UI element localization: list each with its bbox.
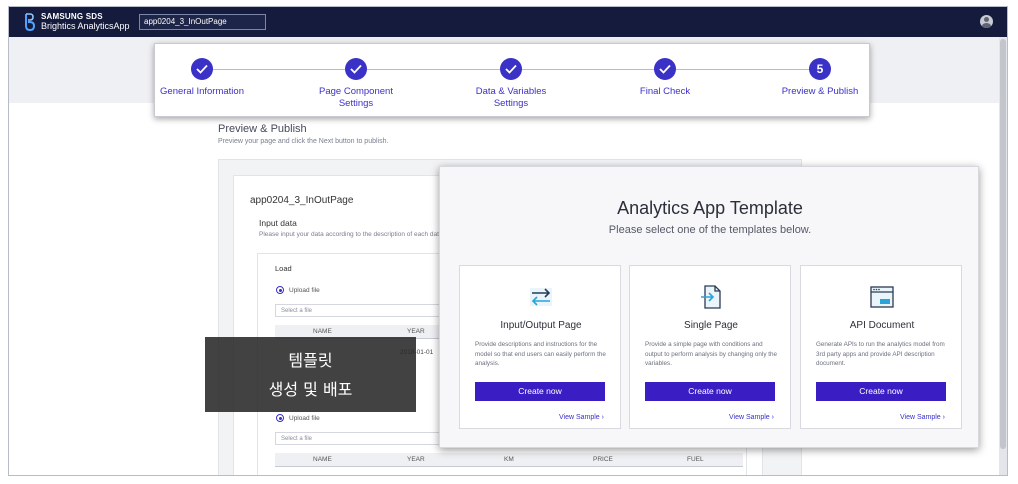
step-4-circle [654,58,676,80]
create-now-button[interactable]: Create now [475,382,605,401]
check-icon [350,64,362,74]
template-description: Generate APIs to run the analytics model… [816,341,945,367]
view-sample-link[interactable]: View Sample › [559,414,604,421]
upload-file-label: Upload file [289,287,320,294]
document-arrow-icon [701,285,721,309]
caption-line-2: 생성 및 배포 [268,380,353,399]
chevron-right-icon: › [942,414,945,421]
table-header-name-2: NAME [313,456,332,463]
caption-line-1: 템플릿 [288,351,333,370]
template-card-input-output[interactable]: Input/Output Page Provide descriptions a… [459,265,621,429]
step-3-label-text: Data & Variables [475,86,547,97]
upload-file-radio-2[interactable] [276,414,284,422]
view-sample-text: View Sample [558,414,600,421]
check-icon [505,64,517,74]
step-3-label-text-2: Settings [493,98,529,109]
modal-title: Analytics App Template [617,198,803,218]
page-subtitle: Preview your page and click the Next but… [218,138,389,145]
step-4-label-text: Final Check [639,86,691,97]
page-title: Preview & Publish [218,123,307,135]
input-data-description: Please input your data according to the … [259,231,443,238]
view-sample-text: View Sample [899,414,941,421]
step-2-circle [345,58,367,80]
brightics-logo-icon [25,13,36,32]
avatar-head [984,17,989,22]
brand-company: SAMSUNG SDS [41,12,103,21]
progress-stepper: General Information Page Component Settin… [154,43,870,117]
template-description: Provide a simple page with conditions an… [645,341,777,367]
check-icon [659,64,671,74]
view-sample-text: View Sample [728,414,770,421]
preview-card-title: app0204_3_InOutPage [250,195,354,206]
table-header-price: PRICE [593,456,613,463]
create-now-button[interactable]: Create now [645,382,775,401]
upload-file-label-2: Upload file [289,415,320,422]
step-5-label: Preview & Publish [760,86,880,98]
table-header-row-2: NAME YEAR KM PRICE FUEL [275,453,743,467]
top-bar: SAMSUNG SDS Brightics AnalyticsApp app02… [9,7,1007,37]
step-1-label: General Information [142,86,262,98]
chevron-right-icon: › [601,414,604,421]
template-card-api-document[interactable]: API Document Generate APIs to run the an… [800,265,962,429]
step-5-circle: 5 [809,58,831,80]
step-5-label-text: Preview & Publish [781,86,859,97]
table-header-year-2: YEAR [407,456,425,463]
scrollbar-thumb[interactable] [1000,39,1006,449]
swap-arrows-icon [530,288,552,306]
table-header-km: KM [504,456,514,463]
template-card-single-page[interactable]: Single Page Provide a simple page with c… [629,265,791,429]
input-data-heading: Input data [259,218,297,228]
table-header-fuel: FUEL [687,456,704,463]
step-2-label: Page Component Settings [296,86,416,110]
template-name: API Document [849,320,915,331]
load-label: Load [275,264,292,273]
create-now-button[interactable]: Create now [816,382,946,401]
view-sample-link[interactable]: View Sample › [729,414,774,421]
step-3-circle [500,58,522,80]
template-name: Single Page [684,320,738,331]
chevron-right-icon: › [771,414,774,421]
modal-subtitle: Please select one of the templates below… [608,224,812,236]
api-window-icon [870,286,894,308]
step-3-label: Data & Variables Settings [451,86,571,110]
template-name: Input/Output Page [500,320,582,331]
check-icon [196,64,208,74]
avatar-body [982,23,991,28]
step-2-label-text-2: Settings [338,98,374,109]
upload-file-radio[interactable] [276,286,284,294]
step-2-label-text: Page Component [319,86,393,97]
view-sample-link[interactable]: View Sample › [900,414,945,421]
step-1-circle [191,58,213,80]
brand-product: Brightics AnalyticsApp [41,21,130,31]
app-window: SAMSUNG SDS Brightics AnalyticsApp app02… [8,6,1008,476]
table-header-year: YEAR [407,328,425,335]
template-modal: Analytics App Template Please select one… [439,166,979,448]
app-name-field[interactable]: app0204_3_InOutPage [139,14,266,30]
user-avatar-icon[interactable] [980,15,993,28]
template-description: Provide descriptions and instructions fo… [475,341,606,367]
step-1-label-text: General Information [160,86,244,97]
step-4-label: Final Check [605,86,725,98]
table-header-name: NAME [313,328,332,335]
